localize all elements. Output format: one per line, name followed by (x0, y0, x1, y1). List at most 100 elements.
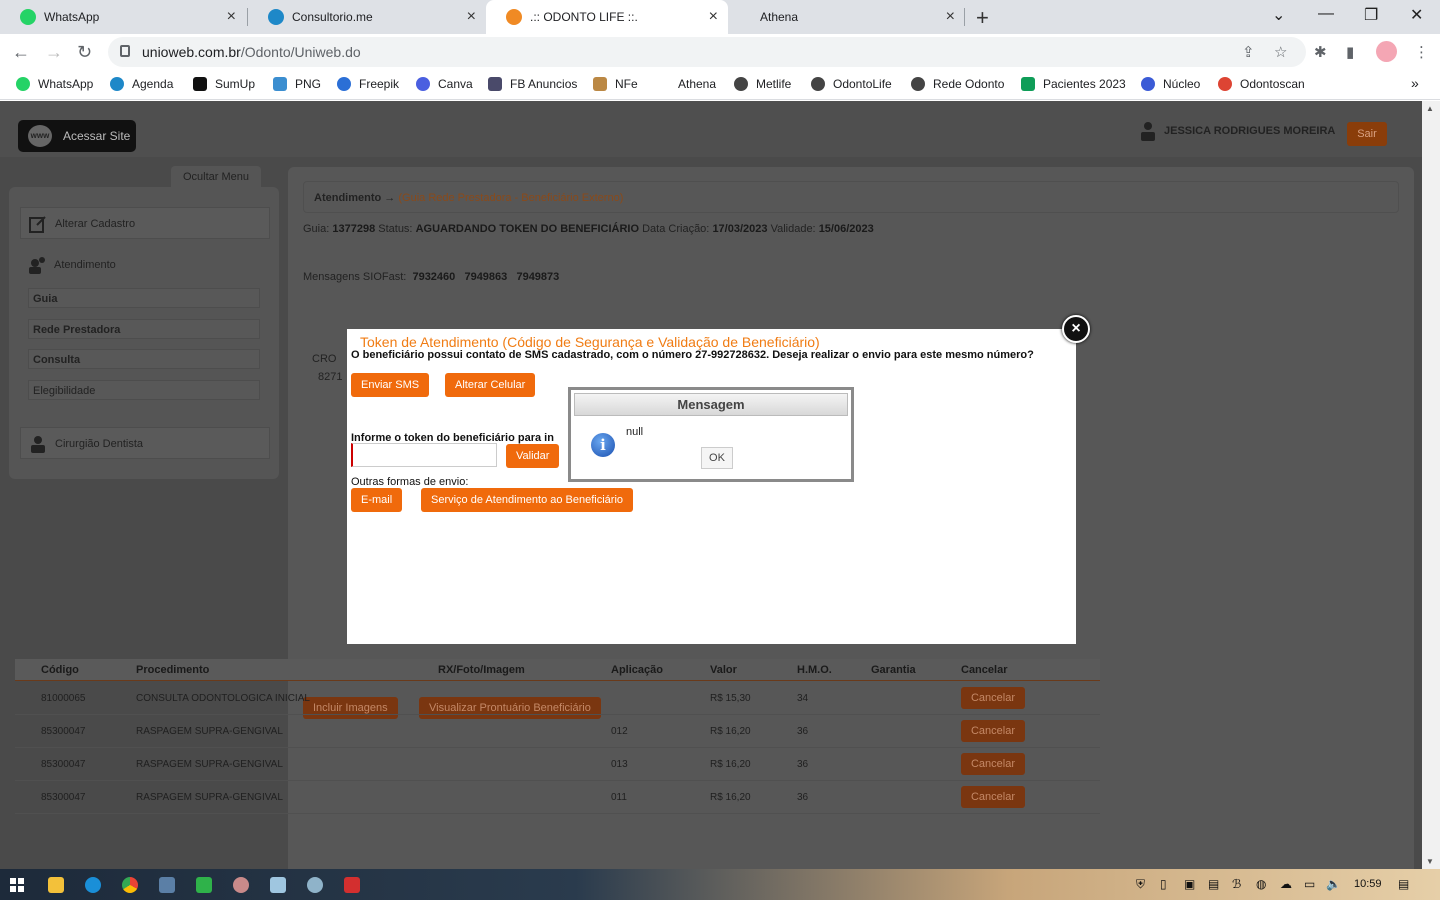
bookmark-canva[interactable]: Canva (416, 77, 473, 91)
change-phone-button[interactable]: Alterar Celular (445, 373, 536, 397)
extensions-icon[interactable]: ✱ (1314, 43, 1327, 61)
email-button[interactable]: E-mail (351, 488, 403, 512)
info-icon: i (591, 433, 615, 457)
logout-button[interactable]: Sair (1347, 122, 1387, 146)
windows-start-icon[interactable] (10, 878, 24, 892)
security-icon[interactable]: ⛨ (1136, 877, 1145, 892)
new-tab-icon[interactable]: + (976, 5, 989, 31)
app-tray-icon[interactable]: ℬ (1232, 877, 1241, 891)
monitor-icon[interactable]: ▣ (1184, 877, 1195, 891)
notifications-icon[interactable]: ▤ (1398, 877, 1409, 891)
clock[interactable]: 10:59 (1354, 878, 1382, 890)
bookmark-sumup[interactable]: SumUp (193, 77, 255, 91)
profile-avatar[interactable] (1376, 41, 1397, 62)
access-site-button[interactable]: www Acessar Site (18, 120, 136, 152)
hide-menu-tab[interactable]: Ocultar Menu (171, 166, 261, 188)
calculator-icon[interactable] (159, 877, 175, 893)
app-icon[interactable] (196, 877, 212, 893)
bookmark-metlife[interactable]: Metlife (734, 77, 791, 91)
bookmark-rede-odonto[interactable]: Rede Odonto (911, 77, 1004, 91)
freepik-icon (337, 77, 351, 91)
globe-icon (734, 77, 748, 91)
sidebar-sub-rede-prestadora[interactable]: Rede Prestadora (28, 319, 260, 339)
more-bookmarks-icon[interactable]: » (1411, 75, 1419, 91)
bookmark-odontoscan[interactable]: Odontoscan (1218, 77, 1305, 91)
bookmark-label: SumUp (215, 77, 256, 91)
app-icon[interactable] (233, 877, 249, 893)
token-input[interactable] (351, 443, 497, 467)
bookmark-odontolife[interactable]: OdontoLife (811, 77, 892, 91)
cancel-button[interactable]: Cancelar (961, 687, 1025, 709)
side-panel-icon[interactable]: ▮ (1346, 43, 1354, 61)
app-icon[interactable] (307, 877, 323, 893)
tab-whatsapp[interactable]: WhatsApp × (0, 0, 246, 34)
scroll-up-icon[interactable]: ▲ (1426, 104, 1434, 113)
minimize-icon[interactable]: — (1318, 5, 1334, 23)
url-field[interactable]: unioweb.com.br/Odonto/Uniweb.do (108, 37, 1306, 67)
globe-icon (911, 77, 925, 91)
cloud-icon[interactable]: ☁ (1280, 877, 1292, 891)
close-tab-icon[interactable]: × (709, 9, 718, 25)
bookmark-pacientes[interactable]: Pacientes 2023 (1021, 77, 1126, 91)
reload-icon[interactable]: ↻ (77, 42, 92, 63)
sidebar-item-edit-profile[interactable]: Alterar Cadastro (20, 207, 270, 239)
sidebar-sub-guia[interactable]: Guia (28, 288, 260, 308)
tray-icon[interactable]: ◍ (1256, 877, 1266, 891)
dentist-icon (31, 436, 45, 453)
cell-value: R$ 15,30 (710, 693, 751, 704)
file-explorer-icon[interactable] (48, 877, 64, 893)
close-tab-icon[interactable]: × (946, 9, 955, 25)
ok-button[interactable]: OK (701, 447, 733, 469)
bookmark-nucleo[interactable]: Núcleo (1141, 77, 1200, 91)
acrobat-icon[interactable] (344, 877, 360, 893)
sidebar-item-dentist[interactable]: Cirurgião Dentista (20, 427, 270, 459)
support-button[interactable]: Serviço de Atendimento ao Beneficiário (421, 488, 634, 512)
sidebar-sub-elegibilidade[interactable]: Elegibilidade (28, 380, 260, 400)
validate-button[interactable]: Validar (506, 444, 560, 468)
restore-icon[interactable]: ❐ (1364, 5, 1378, 25)
usb-icon[interactable]: ▯ (1160, 877, 1167, 891)
tab-consultorio[interactable]: Consultorio.me × (248, 0, 486, 34)
chrome-icon[interactable] (122, 877, 138, 893)
guide-info: Guia: 1377298 Status: AGUARDANDO TOKEN D… (303, 223, 874, 235)
cancel-button[interactable]: Cancelar (961, 753, 1025, 775)
link-icon (1141, 77, 1155, 91)
cancel-button[interactable]: Cancelar (961, 786, 1025, 808)
status-value: AGUARDANDO TOKEN DO BENEFICIÁRIO (415, 223, 640, 235)
page-icon (488, 77, 502, 91)
send-sms-button[interactable]: Enviar SMS (351, 373, 430, 397)
printer-icon[interactable]: ▤ (1208, 877, 1219, 891)
close-tab-icon[interactable]: × (467, 9, 476, 25)
scroll-down-icon[interactable]: ▼ (1426, 857, 1434, 866)
tab-title: WhatsApp (44, 10, 100, 24)
close-modal-icon[interactable]: × (1062, 315, 1090, 343)
bookmark-nfe[interactable]: NFe (593, 77, 638, 91)
volume-icon[interactable]: 🔈 (1326, 877, 1341, 891)
cell-code: 85300047 (41, 759, 86, 770)
close-tab-icon[interactable]: × (227, 9, 236, 25)
chevron-down-icon[interactable]: ⌄ (1272, 5, 1285, 25)
cancel-button[interactable]: Cancelar (961, 720, 1025, 742)
notes-icon[interactable] (270, 877, 286, 893)
bookmark-freepik[interactable]: Freepik (337, 77, 399, 91)
forward-icon[interactable]: → (45, 42, 63, 63)
tab-odontolife[interactable]: .:: ODONTO LIFE ::. × (486, 0, 728, 34)
tab-athena[interactable]: Athena × (740, 0, 965, 34)
bookmark-whatsapp[interactable]: WhatsApp (16, 77, 93, 91)
edge-icon[interactable] (85, 877, 101, 893)
bookmark-png[interactable]: PNG (273, 77, 321, 91)
close-window-icon[interactable]: ✕ (1410, 5, 1423, 25)
network-icon[interactable]: ▭ (1304, 877, 1315, 891)
bookmark-label: Freepik (359, 77, 400, 91)
sidebar-item-service[interactable]: Atendimento (20, 249, 270, 281)
bookmark-agenda[interactable]: Agenda (110, 77, 173, 91)
back-icon[interactable]: ← (12, 42, 30, 63)
share-icon[interactable]: ⇪ (1242, 43, 1255, 61)
sidebar-sub-consulta[interactable]: Consulta (28, 349, 260, 369)
page-scrollbar[interactable] (1422, 101, 1440, 869)
bookmark-athena[interactable]: Athena (678, 77, 716, 91)
bookmark-fb-anuncios[interactable]: FB Anuncios (488, 77, 577, 91)
star-icon[interactable]: ☆ (1274, 43, 1287, 61)
other-methods-label: Outras formas de envio: (351, 476, 469, 488)
more-menu-icon[interactable]: ⋮ (1414, 43, 1429, 61)
